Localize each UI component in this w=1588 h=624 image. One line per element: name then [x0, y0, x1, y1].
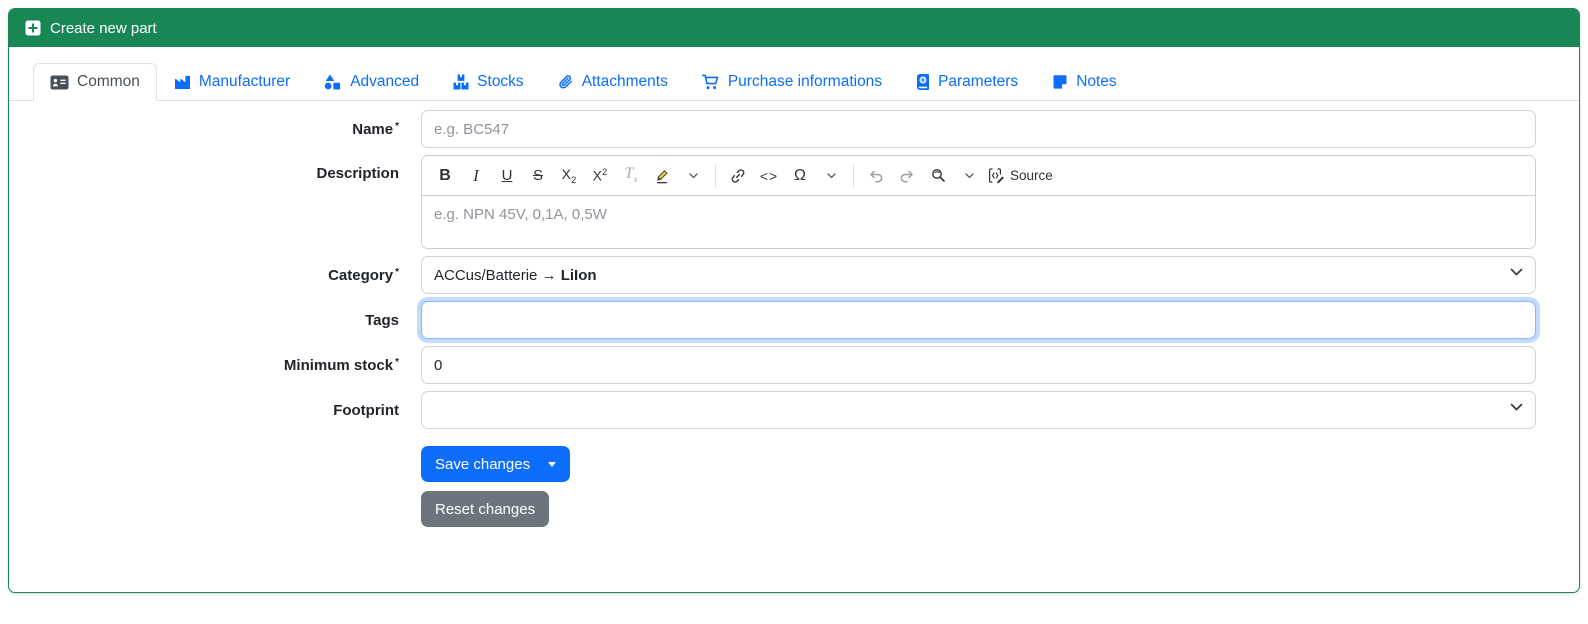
tags-input[interactable] — [421, 301, 1536, 339]
min-stock-row: Minimum stock * — [25, 346, 1536, 384]
code-button[interactable]: <> — [754, 161, 784, 191]
editor-toolbar: B I U S X2 X2 Tx <> Ω Source — [422, 156, 1535, 196]
tab-purchase-informations[interactable]: Purchase informations — [685, 63, 899, 101]
find-replace-button[interactable] — [923, 161, 953, 191]
boxes-stacked-icon — [453, 74, 469, 90]
strikethrough-button[interactable]: S — [523, 161, 553, 191]
source-button[interactable]: Source — [985, 161, 1056, 191]
highlight-pen-icon — [656, 170, 668, 184]
bold-button[interactable]: B — [430, 161, 460, 191]
name-row: Name * — [25, 110, 1536, 148]
tab-label: Notes — [1076, 73, 1117, 90]
caret-down-icon — [548, 461, 557, 467]
description-editable[interactable]: e.g. NPN 45V, 0,1A, 0,5W — [422, 196, 1535, 248]
tab-notes[interactable]: Notes — [1035, 63, 1134, 101]
category-select[interactable]: ACCus/Batterie → LiIon — [421, 256, 1536, 294]
undo-icon — [870, 170, 883, 182]
find-replace-icon — [931, 169, 945, 182]
tab-common[interactable]: Common — [33, 63, 157, 101]
chevron-down-icon — [1510, 268, 1523, 276]
sticky-note-icon — [1053, 75, 1067, 89]
tab-manufacturer[interactable]: Manufacturer — [157, 63, 307, 101]
undo-button[interactable] — [861, 161, 891, 191]
link-button[interactable] — [723, 161, 753, 191]
part-tabs: Common Manufacturer Advanced Stocks Atta… — [9, 63, 1579, 101]
chevron-down-icon — [964, 172, 974, 178]
footprint-row: Footprint — [25, 391, 1536, 429]
superscript-button[interactable]: X2 — [585, 161, 615, 191]
create-part-card: Create new part Common Manufacturer Adva… — [8, 8, 1580, 593]
description-label: Description — [316, 165, 399, 182]
chevron-down-icon — [826, 172, 836, 178]
toolbar-separator — [715, 163, 716, 188]
part-form: Name* Description B I U S X2 X2 — [9, 101, 1579, 527]
save-changes-button[interactable]: Save changes — [421, 446, 571, 482]
special-characters-dropdown-button[interactable] — [816, 161, 846, 191]
tab-label: Advanced — [350, 73, 420, 90]
tab-attachments[interactable]: Attachments — [541, 63, 685, 101]
required-asterisk: * — [395, 266, 399, 278]
description-row: Description B I U S X2 X2 Tx <> Ω Source… — [25, 155, 1536, 249]
address-card-icon — [50, 75, 69, 89]
tab-label: Purchase informations — [727, 73, 883, 90]
highlight-dropdown-button[interactable] — [678, 161, 708, 191]
chevron-down-icon — [688, 172, 698, 178]
category-row: Category * ACCus/Batterie → LiIon — [25, 256, 1536, 294]
underline-button[interactable]: U — [492, 161, 522, 191]
tab-parameters[interactable]: Parameters — [899, 63, 1035, 101]
chevron-down-icon — [1510, 403, 1523, 411]
special-characters-button[interactable]: Ω — [785, 161, 815, 191]
tab-label: Manufacturer — [198, 73, 291, 90]
min-stock-input[interactable] — [421, 346, 1536, 384]
paperclip-icon — [558, 75, 572, 89]
tab-label: Parameters — [938, 73, 1019, 90]
tags-label: Tags — [365, 311, 399, 329]
footprint-select[interactable] — [421, 391, 1536, 429]
category-label: Category * — [328, 266, 399, 284]
source-icon — [989, 168, 1004, 184]
footprint-label: Footprint — [333, 401, 399, 419]
shapes-icon — [324, 74, 341, 90]
tab-advanced[interactable]: Advanced — [307, 63, 436, 101]
page-title: Create new part — [50, 19, 157, 37]
find-replace-dropdown-button[interactable] — [954, 161, 984, 191]
highlight-button[interactable] — [647, 161, 677, 191]
tab-stocks[interactable]: Stocks — [436, 63, 541, 101]
description-placeholder: e.g. NPN 45V, 0,1A, 0,5W — [434, 206, 607, 223]
toolbar-separator — [853, 163, 854, 188]
min-stock-label: Minimum stock * — [283, 356, 399, 374]
redo-icon — [900, 170, 913, 182]
tab-label: Stocks — [477, 73, 524, 90]
name-label: Name * — [352, 120, 399, 138]
actions-row: Save changes Reset changes — [25, 446, 1536, 527]
tags-row: Tags — [25, 301, 1536, 339]
tab-label: Attachments — [581, 73, 668, 90]
tab-label: Common — [77, 73, 140, 90]
shopping-cart-icon — [701, 74, 719, 90]
book-atlas-icon — [917, 74, 930, 90]
redo-button[interactable] — [892, 161, 922, 191]
category-value: ACCus/Batterie → LiIon — [434, 266, 597, 284]
required-asterisk: * — [395, 120, 399, 132]
remove-format-button[interactable]: Tx — [616, 161, 646, 191]
industry-icon — [174, 75, 190, 89]
reset-changes-button[interactable]: Reset changes — [421, 491, 550, 527]
name-input[interactable] — [421, 110, 1536, 148]
subscript-button[interactable]: X2 — [554, 161, 584, 191]
italic-button[interactable]: I — [461, 161, 491, 191]
rich-text-editor: B I U S X2 X2 Tx <> Ω Source e.g. NPN 45… — [421, 155, 1536, 249]
square-plus-icon — [25, 20, 41, 36]
required-asterisk: * — [395, 356, 399, 368]
card-header: Create new part — [9, 9, 1579, 47]
link-icon — [731, 168, 745, 183]
